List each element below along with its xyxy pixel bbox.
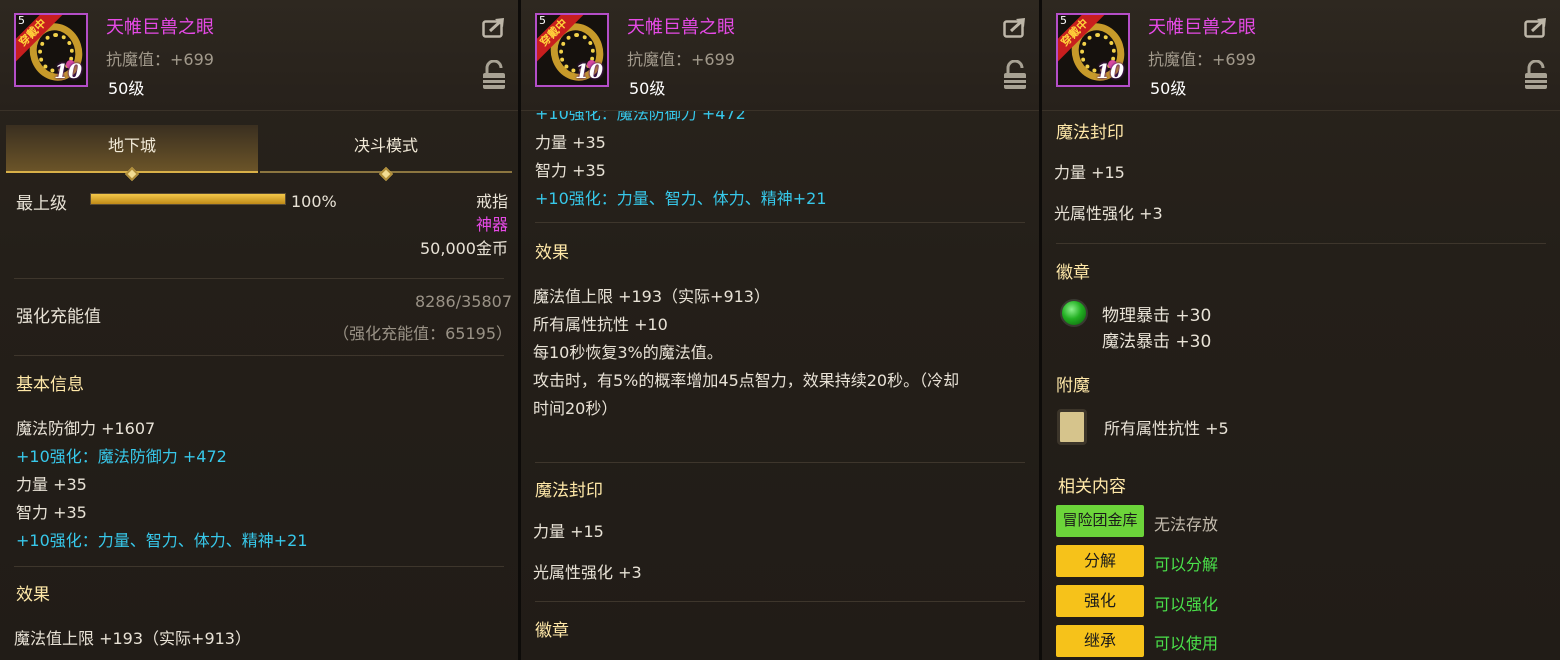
divider (535, 222, 1025, 223)
item-name: 天帷巨兽之眼 (1148, 17, 1256, 38)
lock-icon[interactable] (1524, 60, 1548, 90)
slot-type: 戒指 (475, 192, 508, 211)
effect-line: 魔法值上限 +193（实际+913） (14, 629, 251, 648)
effect-line: 所有属性抗性 +10 (533, 315, 668, 334)
item-stat-line: 抗魔值：+699 (627, 50, 735, 69)
effect-line: 时间20秒） (533, 399, 618, 418)
share-icon[interactable] (482, 16, 508, 38)
inherit-button[interactable]: 继承 (1056, 625, 1144, 657)
item-level: 50级 (1150, 79, 1187, 98)
item-corner-number: 5 (18, 14, 25, 27)
tab-pvp[interactable]: 决斗模式 (260, 125, 512, 182)
item-level: 50级 (108, 79, 145, 98)
adventure-vault-button[interactable]: 冒险团金库 (1056, 505, 1144, 537)
basic-line: 魔法防御力 +1607 (16, 419, 156, 438)
grade-bar (90, 193, 286, 205)
basic-line: 力量 +35 (535, 133, 606, 152)
item-level: 50级 (629, 79, 666, 98)
item-name: 天帷巨兽之眼 (627, 17, 735, 38)
divider (535, 601, 1025, 602)
tab-diamond-icon (378, 166, 394, 182)
related-title: 相关内容 (1058, 477, 1126, 497)
effect-line: 每10秒恢复3%的魔法值。 (533, 343, 723, 362)
related-status: 可以强化 (1154, 595, 1219, 614)
enchant-title: 附魔 (1056, 376, 1090, 396)
rarity-label: 神器 (475, 215, 508, 234)
item-icon: 5 穿戴中 10 (1056, 13, 1130, 87)
item-icon: 5 穿戴中 10 (14, 13, 88, 87)
emblem-line: 物理暴击 +30 (1102, 306, 1212, 326)
magic-seal-line: 光属性强化 +3 (1054, 204, 1163, 223)
effect-line: 魔法值上限 +193（实际+913） (533, 287, 770, 306)
lock-icon[interactable] (482, 60, 506, 90)
emblem-title: 徽章 (1056, 263, 1090, 283)
magic-seal-title: 魔法封印 (535, 481, 603, 501)
item-header: 5 穿戴中 10 天帷巨兽之眼 抗魔值：+699 50级 (1042, 0, 1560, 111)
basic-line: 智力 +35 (16, 503, 87, 522)
item-header: 5 穿戴中 10 天帷巨兽之眼 抗魔值：+699 50级 (521, 0, 1039, 111)
enhance-button[interactable]: 强化 (1056, 585, 1144, 617)
share-icon[interactable] (1524, 16, 1550, 38)
emblem-title: 徽章 (535, 621, 569, 641)
enchant-card-icon (1057, 409, 1087, 445)
green-emblem-icon (1060, 299, 1088, 327)
divider (535, 462, 1025, 463)
item-icon: 5 穿戴中 10 (535, 13, 609, 87)
effect-title: 效果 (535, 243, 569, 263)
divider (14, 278, 504, 279)
enhance-level-badge: 10 (1096, 59, 1124, 83)
basic-line: 力量 +35 (16, 475, 87, 494)
grade-bar-fill (91, 194, 285, 204)
grade-percent: 100% (291, 192, 337, 211)
enhance-level-badge: 10 (575, 59, 603, 83)
share-icon[interactable] (1003, 16, 1029, 38)
sell-price: 50,000金币 (420, 239, 508, 258)
tab-pvp-label: 决斗模式 (353, 136, 418, 155)
effect-title: 效果 (16, 585, 50, 605)
tab-dungeon-label: 地下城 (107, 136, 156, 155)
basic-info-title: 基本信息 (16, 375, 84, 395)
divider (14, 355, 504, 356)
magic-seal-line: 光属性强化 +3 (533, 563, 642, 582)
disassemble-button[interactable]: 分解 (1056, 545, 1144, 577)
enchant-line: 所有属性抗性 +5 (1104, 419, 1229, 438)
divider (14, 566, 504, 567)
related-status: 可以使用 (1154, 634, 1219, 653)
related-status: 无法存放 (1154, 515, 1219, 534)
charge-value: 8286/35807 (414, 292, 512, 311)
charge-label: 强化充能值 (16, 307, 101, 327)
item-corner-number: 5 (1060, 14, 1067, 27)
item-corner-number: 5 (539, 14, 546, 27)
lock-icon[interactable] (1003, 60, 1027, 90)
item-stat-line: 抗魔值：+699 (1148, 50, 1256, 69)
related-status: 可以分解 (1154, 555, 1219, 574)
basic-line: +10强化：力量、智力、体力、精神+21 (535, 189, 827, 208)
magic-seal-line: 力量 +15 (1054, 163, 1125, 182)
magic-seal-line: 力量 +15 (533, 522, 604, 541)
item-tooltip-panel-2: +10强化：魔法防御力 +472 5 穿戴中 10 天帷巨兽之眼 抗魔值：+69… (521, 0, 1039, 660)
mode-tabs: 地下城 决斗模式 (6, 125, 512, 182)
grade-label: 最上级 (16, 194, 67, 214)
item-header: 5 穿戴中 10 天帷巨兽之眼 抗魔值：+699 50级 (0, 0, 518, 111)
divider (1056, 243, 1546, 244)
emblem-line: 魔法暴击 +30 (1102, 332, 1212, 352)
magic-seal-title: 魔法封印 (1056, 123, 1124, 143)
basic-line: +10强化：力量、智力、体力、精神+21 (16, 531, 308, 550)
item-stat-line: 抗魔值：+699 (106, 50, 214, 69)
item-name: 天帷巨兽之眼 (106, 17, 214, 38)
item-tooltip-panel-1: 5 穿戴中 10 天帷巨兽之眼 抗魔值：+699 50级 地下城 决斗模式 最上… (0, 0, 518, 660)
enhance-level-badge: 10 (54, 59, 82, 83)
basic-line: 智力 +35 (535, 161, 606, 180)
charge-note: （强化充能值：65195） (333, 324, 512, 343)
tab-dungeon[interactable]: 地下城 (6, 125, 258, 182)
basic-line: +10强化：魔法防御力 +472 (16, 447, 227, 466)
tab-diamond-icon (124, 166, 140, 182)
effect-line: 攻击时，有5%的概率增加45点智力，效果持续20秒。（冷却 (533, 371, 960, 390)
